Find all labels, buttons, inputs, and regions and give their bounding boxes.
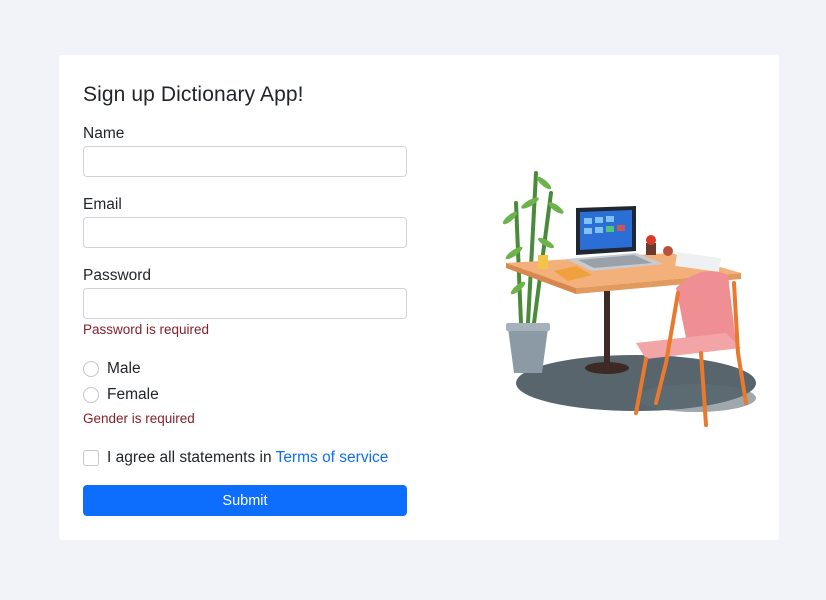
name-input[interactable] [83,146,407,177]
password-error: Password is required [83,322,210,337]
terms-row: I agree all statements in Terms of servi… [83,449,388,467]
male-label: Male [107,360,141,377]
female-label: Female [107,386,159,403]
name-label: Name [83,125,125,142]
password-input[interactable] [83,288,407,319]
submit-button[interactable]: Submit [83,485,407,516]
terms-text: I agree all statements in [107,449,272,466]
email-input[interactable] [83,217,407,248]
email-label: Email [83,196,122,213]
password-label: Password [83,267,152,284]
page-title: Sign up Dictionary App! [83,83,304,106]
male-radio[interactable] [83,361,99,377]
gender-option-male[interactable]: Male [83,360,141,378]
desk-workspace-illustration-icon [502,171,756,427]
terms-of-service-link[interactable]: Terms of service [276,449,389,467]
signup-card: Sign up Dictionary App! Name Email Passw… [59,55,779,540]
gender-option-female[interactable]: Female [83,386,159,404]
female-radio[interactable] [83,387,99,403]
terms-checkbox[interactable] [83,450,99,466]
gender-error: Gender is required [83,411,195,426]
